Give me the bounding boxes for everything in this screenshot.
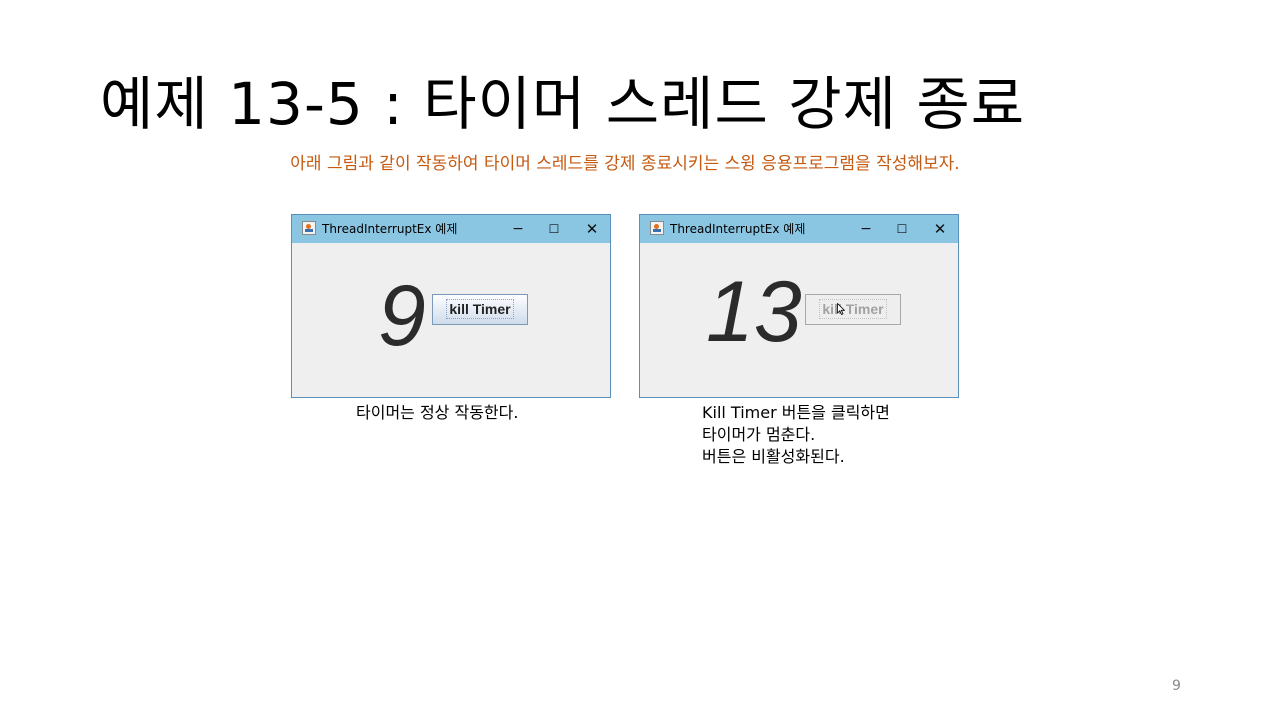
- window-titlebar[interactable]: ThreadInterruptEx 예제 − ☐ ✕: [292, 215, 610, 243]
- timer-count-label: 13: [706, 264, 802, 360]
- kill-timer-button-disabled: kill Timer: [805, 294, 901, 325]
- kill-timer-button-label: kill Timer: [446, 299, 514, 319]
- maximize-icon[interactable]: ☐: [544, 219, 564, 239]
- window-title: ThreadInterruptEx 예제: [322, 222, 458, 236]
- caption-line: 버튼은 비활성화된다.: [702, 447, 845, 466]
- close-icon[interactable]: ✕: [582, 219, 602, 239]
- maximize-icon[interactable]: ☐: [892, 219, 912, 239]
- timer-window-running: ThreadInterruptEx 예제 − ☐ ✕ 9 kill Timer: [291, 214, 611, 398]
- slide-subtitle: 아래 그림과 같이 작동하여 타이머 스레드를 강제 종료시키는 스윙 응용프로…: [290, 154, 960, 174]
- timer-window-stopped: ThreadInterruptEx 예제 − ☐ ✕ 13 kill Timer: [639, 214, 959, 398]
- caption-line: Kill Timer 버튼을 클릭하면: [702, 403, 890, 422]
- minimize-icon[interactable]: −: [508, 219, 528, 239]
- window-titlebar[interactable]: ThreadInterruptEx 예제 − ☐ ✕: [640, 215, 958, 243]
- java-app-icon: [302, 221, 316, 235]
- caption-stopped: Kill Timer 버튼을 클릭하면 타이머가 멈춘다. 버튼은 비활성화된다…: [702, 402, 890, 468]
- caption-running: 타이머는 정상 작동한다.: [356, 402, 518, 424]
- kill-timer-button[interactable]: kill Timer: [432, 294, 528, 325]
- window-title: ThreadInterruptEx 예제: [670, 222, 806, 236]
- caption-line: 타이머가 멈춘다.: [702, 425, 816, 444]
- java-app-icon: [650, 221, 664, 235]
- mouse-pointer-icon: [837, 303, 845, 315]
- slide-title: 예제 13-5 : 타이머 스레드 강제 종료: [100, 70, 1026, 138]
- timer-count-label: 9: [378, 268, 426, 364]
- close-icon[interactable]: ✕: [930, 219, 950, 239]
- kill-timer-button-label: kill Timer: [819, 299, 887, 319]
- page-number: 9: [1172, 678, 1181, 694]
- caption-line: 타이머는 정상 작동한다.: [356, 403, 519, 422]
- minimize-icon[interactable]: −: [856, 219, 876, 239]
